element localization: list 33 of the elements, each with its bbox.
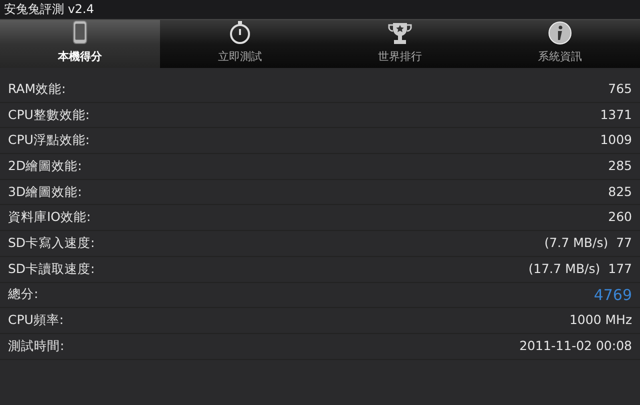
row-label: 3D繪圖效能: <box>8 182 82 201</box>
trophy-icon <box>388 20 412 44</box>
row-value: 4769 <box>594 284 632 306</box>
row-label: CPU頻率: <box>8 311 64 330</box>
row-label: CPU浮點效能: <box>8 131 90 150</box>
tab[interactable]: 世界排行 <box>320 20 480 68</box>
row-label: RAM效能: <box>8 80 66 98</box>
row-label: SD卡寫入速度: <box>8 234 95 252</box>
row-value: 825 <box>608 182 632 201</box>
row-label: 總分: <box>8 285 38 304</box>
window-title: 安兔兔評測 v2.4 <box>0 0 640 19</box>
row-label: SD卡讀取速度: <box>8 260 95 278</box>
row-value: 285 <box>608 157 632 176</box>
row-label: CPU整數效能: <box>8 106 90 124</box>
row-value: 765 <box>608 80 632 98</box>
info-icon <box>548 20 572 44</box>
tab[interactable]: 立即測試 <box>160 20 320 68</box>
stopwatch-icon <box>229 20 251 44</box>
tab[interactable]: 系統資訊 <box>480 20 640 68</box>
row-label: 測試時間: <box>8 336 64 355</box>
speed-text: (17.7 MB/s) <box>528 260 600 278</box>
row-value: 1009 <box>600 131 632 150</box>
row-value: 177 <box>608 260 632 278</box>
phone-icon <box>72 20 88 44</box>
row-value: 1371 <box>600 106 632 124</box>
tab[interactable]: 本機得分 <box>0 20 160 68</box>
row-value: 260 <box>608 208 632 226</box>
row-label: 資料庫IO效能: <box>8 208 91 226</box>
row-value: 1000 MHz <box>569 311 632 330</box>
row-label: 2D繪圖效能: <box>8 157 82 176</box>
row-value: 2011-11-02 00:08 <box>519 336 632 355</box>
speed-text: (7.7 MB/s) <box>544 234 608 252</box>
row-value: 77 <box>616 234 632 252</box>
